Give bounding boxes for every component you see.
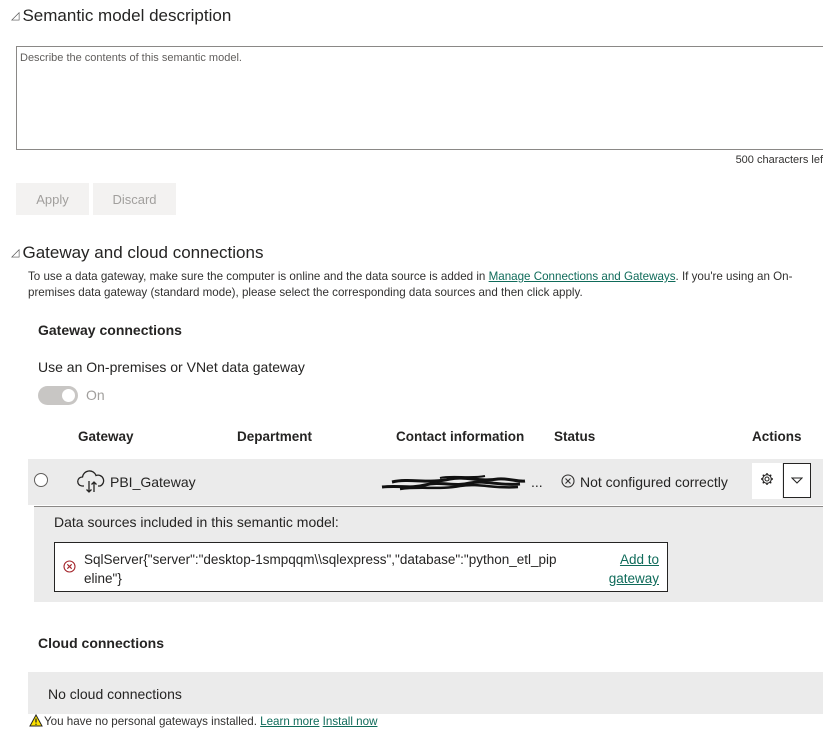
cloud-connections-list: No cloud connections <box>28 672 823 714</box>
settings-button[interactable] <box>752 463 782 499</box>
description-placeholder: Describe the contents of this semantic m… <box>20 52 242 64</box>
gateway-section-header[interactable]: ◿ Gateway and cloud connections <box>11 243 263 263</box>
cloud-empty-text: No cloud connections <box>48 686 182 702</box>
use-gateway-label: Use an On-premises or VNet data gateway <box>38 359 305 375</box>
personal-gateway-warning: You have no personal gateways installed.… <box>29 713 378 730</box>
gateway-intro-text: To use a data gateway, make sure the com… <box>28 269 818 301</box>
gateway-section-title: Gateway and cloud connections <box>22 243 264 262</box>
data-sources-label: Data sources included in this semantic m… <box>54 514 339 530</box>
data-source-item: SqlServer{"server":"desktop-1smpqqm\\sql… <box>54 542 668 592</box>
error-icon <box>63 560 76 578</box>
gateway-toggle[interactable] <box>38 386 78 405</box>
apply-button[interactable]: Apply <box>16 183 89 215</box>
description-textarea[interactable]: Describe the contents of this semantic m… <box>16 46 823 150</box>
toggle-state-label: On <box>86 387 105 403</box>
column-header-contact: Contact information <box>396 429 525 444</box>
add-to-gateway-link[interactable]: Add to gateway <box>603 550 659 588</box>
gateway-radio[interactable] <box>34 473 48 487</box>
contact-ellipsis: ... <box>531 474 543 490</box>
column-header-department: Department <box>237 429 313 444</box>
expand-row-button[interactable] <box>783 463 811 498</box>
status-error-icon <box>561 474 575 493</box>
description-section-title: Semantic model description <box>22 6 232 25</box>
cloud-gateway-icon <box>77 468 105 499</box>
status-text: Not configured correctly <box>580 474 728 490</box>
chevron-down-icon <box>790 472 804 490</box>
char-count: 500 characters lef <box>735 154 823 166</box>
manage-connections-link[interactable]: Manage Connections and Gateways <box>489 270 676 283</box>
gear-icon <box>760 472 774 491</box>
redacted-contact <box>380 473 530 498</box>
column-header-status: Status <box>554 429 596 444</box>
warning-icon <box>29 713 43 730</box>
intro-text-start: To use a data gateway, make sure the com… <box>28 270 489 283</box>
learn-more-link[interactable]: Learn more <box>260 715 319 728</box>
column-header-actions: Actions <box>752 429 802 444</box>
data-source-text: SqlServer{"server":"desktop-1smpqqm\\sql… <box>84 552 557 586</box>
collapse-icon[interactable]: ◿ <box>11 247 19 259</box>
collapse-icon[interactable]: ◿ <box>11 10 19 22</box>
cloud-connections-title: Cloud connections <box>38 635 164 651</box>
toggle-knob <box>62 389 75 402</box>
gateway-connections-title: Gateway connections <box>38 322 182 338</box>
warning-text: You have no personal gateways installed. <box>44 715 261 728</box>
gateway-name: PBI_Gateway <box>110 474 196 490</box>
description-section-header[interactable]: ◿ Semantic model description <box>11 6 231 26</box>
install-now-link[interactable]: Install now <box>323 715 378 728</box>
column-header-gateway: Gateway <box>78 429 134 444</box>
discard-button[interactable]: Discard <box>93 183 176 215</box>
